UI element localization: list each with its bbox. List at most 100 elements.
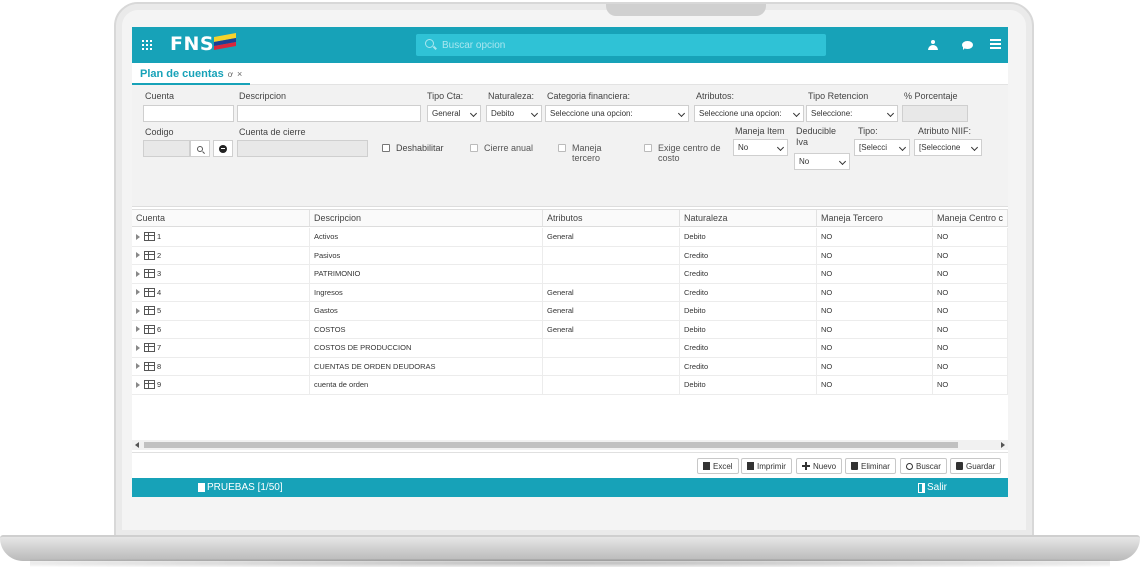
table-row[interactable]: 9 cuenta de orden Debito NO NO <box>132 376 1008 395</box>
hamburger-menu-icon[interactable] <box>990 39 1001 49</box>
cell-atributos: General <box>543 320 680 338</box>
porcentaje-label: % Porcentaje <box>904 91 958 101</box>
close-tab-icon[interactable]: × <box>237 69 242 79</box>
search-icon <box>425 39 434 48</box>
descripcion-label: Descripcion <box>239 91 287 101</box>
expand-row-icon[interactable] <box>136 344 140 351</box>
checkbox-box <box>558 144 566 152</box>
atributo-niif-select[interactable]: [Seleccione <box>914 139 982 156</box>
tipo-cta-select[interactable]: General <box>427 105 481 122</box>
table-icon <box>144 287 155 297</box>
expand-row-icon[interactable] <box>136 252 140 259</box>
expand-row-icon[interactable] <box>136 270 140 277</box>
table-row[interactable]: 5 Gastos General Debito NO NO <box>132 302 1008 321</box>
expand-row-icon[interactable] <box>136 363 140 370</box>
nuevo-button[interactable]: Nuevo <box>796 458 843 474</box>
expand-row-icon[interactable] <box>136 233 140 240</box>
status-bar: PRUEBAS [1/50] Salir <box>132 478 1008 497</box>
tipo-cta-label: Tipo Cta: <box>427 91 464 101</box>
cuenta-input[interactable] <box>143 105 234 122</box>
descripcion-input[interactable] <box>237 105 421 122</box>
cell-naturaleza: Debito <box>680 376 817 394</box>
cell-cuenta: 9 <box>157 380 162 390</box>
naturaleza-select[interactable]: Debito <box>486 105 542 122</box>
search-icon <box>197 145 203 152</box>
cell-descripcion: Pasivos <box>310 246 543 264</box>
table-row[interactable]: 8 CUENTAS DE ORDEN DEUDORAS Credito NO NO <box>132 357 1008 376</box>
refresh-tab-icon[interactable]: ơ <box>228 70 233 79</box>
tipo-select[interactable]: [Selecci <box>854 139 910 156</box>
table-row[interactable]: 4 Ingresos General Credito NO NO <box>132 283 1008 302</box>
tab-bar: Plan de cuentas ơ × <box>132 63 1008 85</box>
porcentaje-input[interactable] <box>902 105 968 122</box>
expand-row-icon[interactable] <box>136 326 140 333</box>
tab-plan-de-cuentas[interactable]: Plan de cuentas ơ × <box>132 65 251 85</box>
column-header-naturaleza[interactable]: Naturaleza <box>680 210 817 226</box>
categoria-select[interactable]: Seleccione una opcion: <box>545 105 689 122</box>
buscar-label: Buscar <box>916 461 941 471</box>
atributos-select[interactable]: Seleccione una opcion: <box>694 105 804 122</box>
exit-link[interactable]: Salir <box>918 482 947 493</box>
imprimir-button[interactable]: Imprimir <box>741 458 792 474</box>
codigo-input[interactable] <box>143 140 190 157</box>
search-box[interactable] <box>416 34 826 56</box>
tipo-retencion-select[interactable]: Seleccione: <box>806 105 898 122</box>
expand-row-icon[interactable] <box>136 381 140 388</box>
cell-naturaleza: Credito <box>680 357 817 375</box>
action-toolbar: Excel Imprimir Nuevo Eliminar Buscar Gua… <box>132 452 1008 478</box>
exige-centro-costo-checkbox[interactable]: Exige centro de costo <box>644 143 721 163</box>
excel-label: Excel <box>713 461 733 471</box>
cell-naturaleza: Debito <box>680 228 817 246</box>
table-row[interactable]: 1 Activos General Debito NO NO <box>132 228 1008 247</box>
column-header-cuenta[interactable]: Cuenta <box>132 210 310 226</box>
cell-atributos: General <box>543 283 680 301</box>
user-icon[interactable] <box>928 40 938 50</box>
table-row[interactable]: 2 Pasivos Credito NO NO <box>132 246 1008 265</box>
cell-centro: NO <box>933 302 1008 320</box>
horizontal-scrollbar[interactable] <box>132 440 1008 450</box>
search-input[interactable] <box>442 37 812 53</box>
apps-grid-icon[interactable] <box>142 40 152 50</box>
maneja-tercero-checkbox[interactable]: Maneja tercero <box>558 143 602 163</box>
cell-naturaleza: Credito <box>680 246 817 264</box>
atributo-niif-label: Atributo NIIF: <box>918 126 972 136</box>
cell-descripcion: cuenta de orden <box>310 376 543 394</box>
deducible-iva-select[interactable]: No <box>794 153 850 170</box>
codigo-clear-button[interactable] <box>213 140 233 157</box>
table-row[interactable]: 6 COSTOS General Debito NO NO <box>132 320 1008 339</box>
scroll-right-icon[interactable] <box>1001 442 1005 448</box>
building-icon <box>198 483 205 492</box>
expand-row-icon[interactable] <box>136 289 140 296</box>
cuenta-cierre-input[interactable] <box>237 140 368 157</box>
logo-flag <box>214 33 236 51</box>
maneja-item-select[interactable]: No <box>733 139 788 156</box>
expand-row-icon[interactable] <box>136 307 140 314</box>
cell-tercero: NO <box>817 302 933 320</box>
deshabilitar-label: Deshabilitar <box>396 143 444 153</box>
cell-descripcion: COSTOS <box>310 320 543 338</box>
table-row[interactable]: 3 PATRIMONIO Credito NO NO <box>132 265 1008 284</box>
cell-tercero: NO <box>817 283 933 301</box>
eliminar-button[interactable]: Eliminar <box>845 458 896 474</box>
file-excel-icon <box>703 462 710 470</box>
codigo-search-button[interactable] <box>190 140 210 157</box>
column-header-maneja-tercero[interactable]: Maneja Tercero <box>817 210 933 226</box>
scrollbar-thumb[interactable] <box>144 442 958 448</box>
scroll-left-icon[interactable] <box>135 442 139 448</box>
guardar-button[interactable]: Guardar <box>950 458 1002 474</box>
table-icon <box>144 250 155 260</box>
column-header-atributos[interactable]: Atributos <box>543 210 680 226</box>
table-row[interactable]: 7 COSTOS DE PRODUCCION Credito NO NO <box>132 339 1008 358</box>
tipo-label: Tipo: <box>858 126 878 136</box>
cell-descripcion: Gastos <box>310 302 543 320</box>
top-navbar: FNS <box>132 27 1008 63</box>
maneja-item-label: Maneja Item <box>735 126 785 136</box>
excel-button[interactable]: Excel <box>697 458 739 474</box>
chat-icon[interactable] <box>962 41 973 50</box>
column-header-maneja-centro[interactable]: Maneja Centro c <box>933 210 1008 226</box>
buscar-button[interactable]: Buscar <box>900 458 947 474</box>
cierre-anual-checkbox[interactable]: Cierre anual <box>470 143 533 153</box>
column-header-descripcion[interactable]: Descripcion <box>310 210 543 226</box>
cell-centro: NO <box>933 357 1008 375</box>
deshabilitar-checkbox[interactable]: Deshabilitar <box>382 143 444 153</box>
